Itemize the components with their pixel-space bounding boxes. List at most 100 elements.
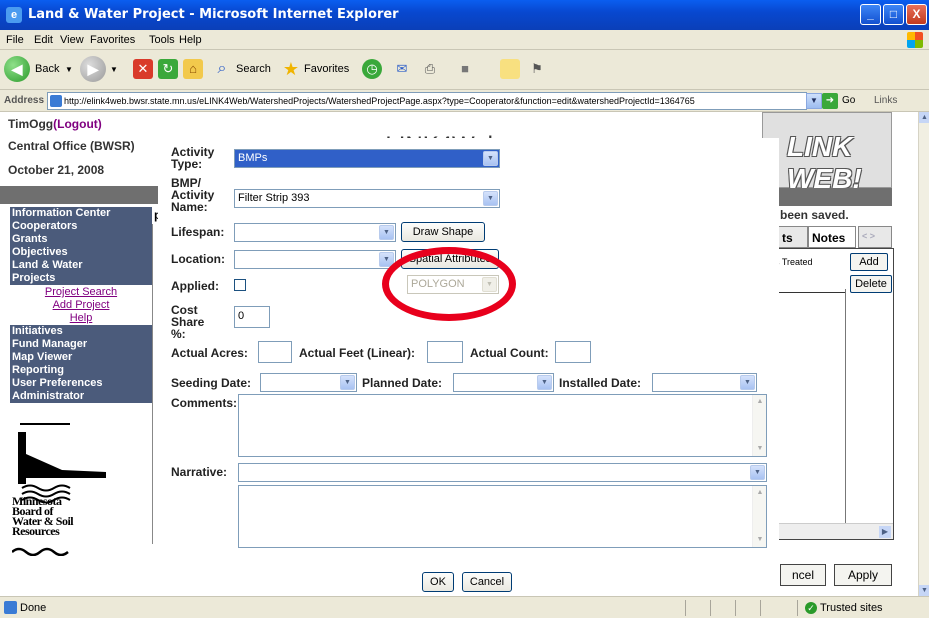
scroll-up-icon[interactable]: ▲: [919, 112, 929, 123]
chevron-down-icon[interactable]: ▼: [340, 375, 355, 390]
delete-button[interactable]: Delete: [850, 275, 892, 293]
bmp-name-select[interactable]: Filter Strip 393 ▼: [234, 189, 500, 208]
tab-notes[interactable]: Notes: [808, 226, 856, 248]
forward-dropdown-icon[interactable]: ▼: [110, 65, 118, 74]
stop-icon[interactable]: ✕: [133, 59, 153, 79]
chevron-down-icon[interactable]: ▼: [483, 151, 498, 166]
nav-help[interactable]: Help: [10, 312, 152, 324]
nav-reporting[interactable]: Reporting: [10, 364, 152, 377]
menu-help[interactable]: Help: [179, 34, 202, 46]
close-button[interactable]: X: [906, 4, 927, 25]
links-button[interactable]: Links: [874, 95, 897, 106]
scroll-down-icon[interactable]: ▼: [755, 535, 765, 545]
history-icon[interactable]: ◷: [362, 59, 382, 79]
nav-grants[interactable]: Grants: [10, 233, 152, 246]
refresh-icon[interactable]: ↻: [158, 59, 178, 79]
apply-button[interactable]: Apply: [834, 564, 892, 586]
folder-icon[interactable]: [500, 59, 520, 79]
favorites-button-label[interactable]: Favorites: [304, 63, 349, 75]
back-button-label[interactable]: Back: [35, 63, 59, 75]
nav-objectives[interactable]: Objectives: [10, 246, 152, 259]
cost-share-input[interactable]: 0: [234, 306, 270, 328]
bmp-name-value: Filter Strip 393: [238, 192, 310, 204]
minimize-button[interactable]: _: [860, 4, 881, 25]
horizontal-scrollbar[interactable]: ▶: [763, 523, 893, 539]
menu-tools[interactable]: Tools: [149, 34, 175, 46]
comments-scrollbar[interactable]: ▲ ▼: [752, 395, 766, 456]
scroll-down-icon[interactable]: ▼: [919, 585, 929, 596]
search-icon[interactable]: ⌕: [212, 59, 232, 79]
page-scrollbar[interactable]: ▲ ▼: [918, 112, 929, 596]
activity-type-select[interactable]: BMPs ▼: [234, 149, 500, 168]
menu-file[interactable]: File: [6, 34, 24, 46]
lifespan-select[interactable]: ▼: [234, 223, 396, 242]
messenger-icon[interactable]: ⚑: [527, 59, 547, 79]
back-dropdown-icon[interactable]: ▼: [65, 65, 73, 74]
chevron-down-icon[interactable]: ▼: [483, 191, 498, 206]
scroll-right-icon[interactable]: ▶: [879, 526, 891, 538]
background-cancel-button[interactable]: ncel: [780, 564, 826, 586]
menu-edit[interactable]: Edit: [34, 34, 53, 46]
home-icon[interactable]: ⌂: [183, 59, 203, 79]
nav-fund-manager[interactable]: Fund Manager: [10, 338, 152, 351]
mail-icon[interactable]: ✉: [392, 59, 412, 79]
narrative-scrollbar[interactable]: ▲ ▼: [752, 486, 766, 547]
logout-link[interactable]: (Logout): [53, 117, 102, 131]
menu-favorites[interactable]: Favorites: [90, 34, 135, 46]
chevron-down-icon[interactable]: ▼: [379, 225, 394, 240]
back-arrow-icon[interactable]: ◀: [4, 56, 30, 82]
location-select[interactable]: ▼: [234, 250, 396, 269]
office-name: Central Office (BWSR): [8, 139, 135, 153]
edit-icon[interactable]: ■: [455, 59, 475, 79]
cancel-button[interactable]: Cancel: [462, 572, 512, 592]
nav-add-project[interactable]: Add Project: [10, 299, 152, 311]
activity-edit-dialog: Activity Type: BMPs ▼ BMP/ Activity Name…: [158, 138, 779, 596]
address-input[interactable]: http://elink4web.bwsr.state.mn.us/eLINK4…: [47, 92, 807, 110]
favorites-star-icon[interactable]: ★: [281, 59, 301, 79]
left-navigation: Information Center Cooperators Grants Ob…: [0, 204, 152, 574]
address-label: Address: [4, 95, 45, 106]
nav-project-search[interactable]: Project Search: [10, 286, 152, 298]
narrative-select[interactable]: ▼: [238, 463, 767, 482]
go-arrow-icon[interactable]: ➜: [822, 93, 838, 109]
print-icon[interactable]: ⎙: [420, 59, 440, 79]
nav-land-water[interactable]: Land & Water: [10, 259, 152, 272]
draw-shape-button[interactable]: Draw Shape: [401, 222, 485, 242]
planned-date-select[interactable]: ▼: [453, 373, 554, 392]
chevron-down-icon[interactable]: ▼: [537, 375, 552, 390]
chevron-down-icon[interactable]: ▼: [740, 375, 755, 390]
background-tabs: ts Notes < >: [762, 226, 896, 248]
applied-checkbox[interactable]: [234, 279, 246, 291]
scroll-down-icon[interactable]: ▼: [755, 444, 765, 454]
scroll-up-icon[interactable]: ▲: [755, 397, 765, 407]
maximize-button[interactable]: □: [883, 4, 904, 25]
cost-share-label: Cost Share %:: [171, 303, 205, 341]
chevron-down-icon[interactable]: ▼: [750, 465, 765, 480]
go-button[interactable]: Go: [842, 95, 855, 106]
nav-map-viewer[interactable]: Map Viewer: [10, 351, 152, 364]
actual-count-input[interactable]: [555, 341, 591, 363]
status-divider: [760, 600, 761, 616]
tab-partial[interactable]: ts: [778, 226, 808, 248]
add-button[interactable]: Add: [850, 253, 888, 271]
comments-textarea[interactable]: ▲ ▼: [238, 394, 767, 457]
nav-projects[interactable]: Projects: [10, 272, 152, 285]
tab-scroll-arrows[interactable]: < >: [858, 226, 892, 248]
address-dropdown-icon[interactable]: ▼: [806, 93, 822, 109]
narrative-textarea[interactable]: ▲ ▼: [238, 485, 767, 548]
nav-user-preferences[interactable]: User Preferences: [10, 377, 152, 390]
forward-arrow-icon[interactable]: ▶: [80, 56, 106, 82]
nav-information-center[interactable]: Information Center: [10, 207, 152, 220]
scroll-up-icon[interactable]: ▲: [755, 488, 765, 498]
search-button-label[interactable]: Search: [236, 63, 271, 75]
ok-button[interactable]: OK: [422, 572, 454, 592]
actual-feet-input[interactable]: [427, 341, 463, 363]
nav-initiatives[interactable]: Initiatives: [10, 325, 152, 338]
status-bar: Done ✓ Trusted sites: [0, 596, 929, 618]
nav-cooperators[interactable]: Cooperators: [10, 220, 152, 233]
installed-date-select[interactable]: ▼: [652, 373, 757, 392]
menu-view[interactable]: View: [60, 34, 84, 46]
seeding-date-select[interactable]: ▼: [260, 373, 357, 392]
nav-administrator[interactable]: Administrator: [10, 390, 152, 403]
actual-acres-input[interactable]: [258, 341, 292, 363]
